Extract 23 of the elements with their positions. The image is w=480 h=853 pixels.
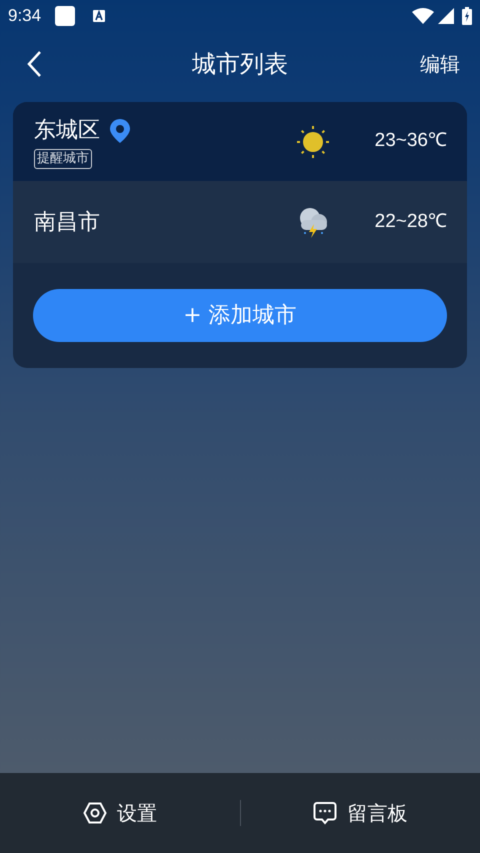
storm-cloud-icon xyxy=(298,206,328,238)
sun-icon xyxy=(296,126,329,158)
city-row[interactable]: 东城区 提醒城市 23~36℃ xyxy=(13,102,467,181)
app-notification-icon xyxy=(55,6,76,26)
wifi-icon xyxy=(412,8,434,24)
signal-icon xyxy=(438,8,454,24)
city-name: 南昌市 xyxy=(34,208,100,236)
keyboard-notification-icon xyxy=(93,10,106,22)
city-row[interactable]: 南昌市 22~28℃ xyxy=(13,181,467,263)
back-icon[interactable] xyxy=(26,50,42,78)
reminder-city-tag: 提醒城市 xyxy=(34,149,92,169)
edit-button[interactable]: 编辑 xyxy=(420,49,460,79)
battery-icon xyxy=(462,7,472,25)
page-title: 城市列表 xyxy=(192,49,288,80)
city-name: 东城区 xyxy=(34,117,100,145)
message-board-button[interactable]: 留言板 xyxy=(240,798,480,828)
status-time: 9:34 xyxy=(8,5,42,28)
add-city-button[interactable]: + 添加城市 xyxy=(33,289,447,342)
message-icon xyxy=(313,801,338,825)
settings-icon xyxy=(82,802,107,824)
settings-button[interactable]: 设置 xyxy=(0,798,240,828)
temperature-range: 22~28℃ xyxy=(374,210,447,234)
temperature-range: 23~36℃ xyxy=(374,129,447,154)
